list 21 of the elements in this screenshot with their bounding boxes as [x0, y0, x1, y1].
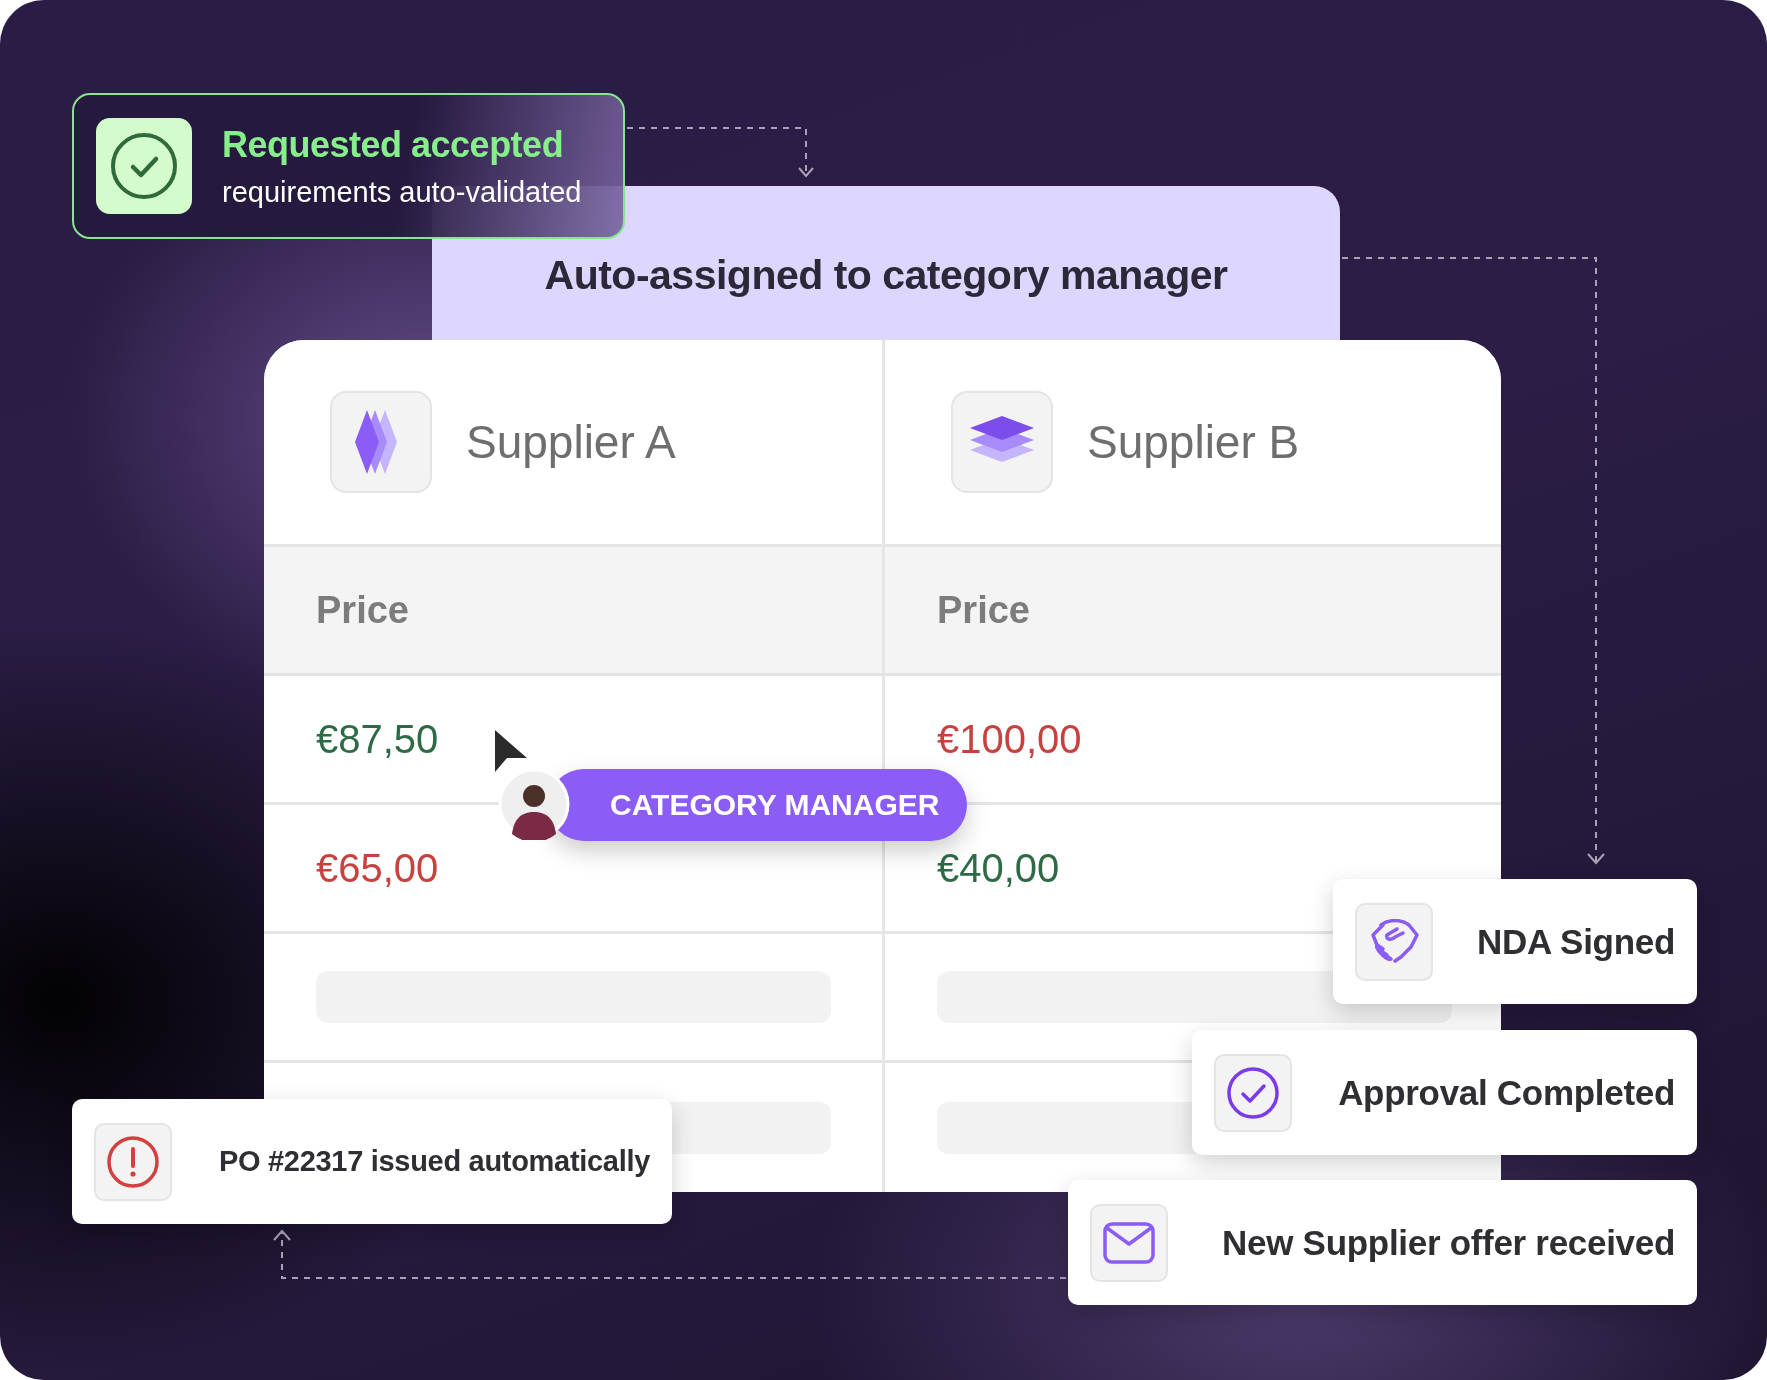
price-value: €100,00: [937, 716, 1082, 762]
notification-text: PO #22317 issued automatically: [217, 1145, 650, 1178]
column-header: Price: [316, 588, 409, 632]
alert-icon: [106, 1134, 160, 1189]
assignment-title: Auto-assigned to category manager: [544, 252, 1228, 300]
toast-subtitle: requirements auto-validated: [222, 175, 582, 209]
notification-text: Approval Completed: [1337, 1072, 1675, 1113]
badge-label: CATEGORY MANAGER: [610, 788, 940, 822]
cursor-icon: [493, 728, 529, 772]
notification-text: New Supplier offer received: [1221, 1222, 1675, 1263]
supplier-name: Supplier A: [466, 415, 676, 469]
price-value: €65,00: [316, 845, 439, 891]
price-value: €40,00: [937, 845, 1060, 891]
price-value: €87,50: [316, 716, 439, 762]
mail-icon: [1103, 1221, 1155, 1264]
column-header: Price: [937, 588, 1030, 632]
check-circle-icon: [1226, 1065, 1280, 1120]
check-circle-icon: [110, 132, 178, 200]
notification-text: NDA Signed: [1476, 921, 1675, 962]
toast-title: Requested accepted: [222, 123, 565, 166]
supplier-name: Supplier B: [1087, 415, 1300, 469]
